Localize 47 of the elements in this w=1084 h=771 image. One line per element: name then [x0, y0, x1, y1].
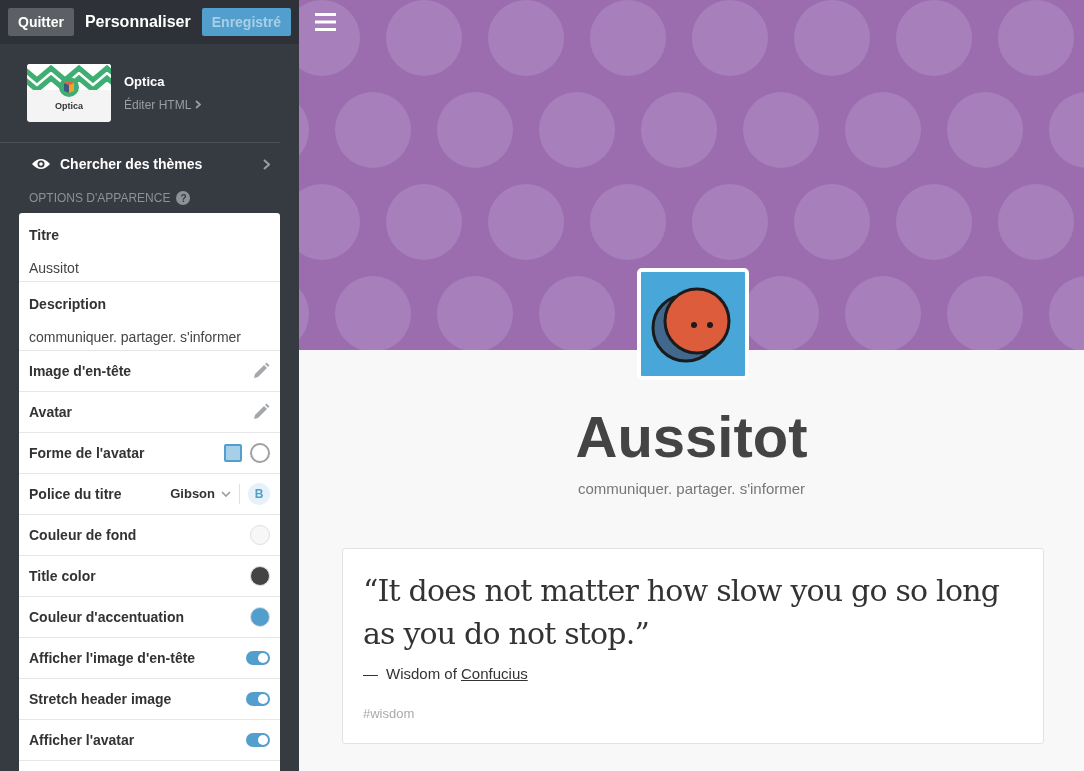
chevron-right-icon [195, 100, 202, 110]
color-swatch[interactable] [250, 566, 270, 586]
chevron-down-icon [221, 491, 231, 497]
option-label: Image d'en-tête [29, 361, 132, 381]
zigzag-pattern-icon [27, 64, 111, 90]
section-heading: OPTIONS D'APPARENCE [29, 190, 171, 207]
option-label: Afficher l'avatar [29, 730, 135, 750]
pencil-icon[interactable] [252, 403, 270, 421]
text-field[interactable]: Aussitot [29, 258, 270, 279]
browse-themes-row[interactable]: Chercher des thèmes [19, 143, 280, 185]
blog-title: Aussitot [575, 403, 808, 471]
option-label: Police du titre [29, 484, 122, 504]
toggle-switch[interactable] [246, 733, 270, 747]
square-shape-option[interactable] [224, 444, 242, 462]
option-label: Afficher l'image d'en-tête [29, 648, 196, 668]
thumbnail-label: Optica [55, 100, 83, 113]
color-swatch[interactable] [250, 525, 270, 545]
cube-icon [59, 77, 79, 97]
eye-icon [32, 158, 50, 170]
option-label: Couleur d'accentuation [29, 607, 184, 627]
source-link[interactable]: Confucius [461, 665, 528, 682]
theme-name: Optica [124, 73, 166, 92]
toggle-switch[interactable] [246, 651, 270, 665]
menu-icon[interactable] [315, 13, 336, 31]
option-label: Title color [29, 566, 96, 586]
circle-shape-option[interactable] [250, 443, 270, 463]
font-dropdown[interactable]: Gibson [170, 484, 240, 504]
toggle-switch[interactable] [246, 692, 270, 706]
theme-thumbnail[interactable]: Optica [27, 64, 111, 122]
blog-description: communiquer. partager. s'informer [577, 478, 806, 499]
option-label: Avatar [29, 402, 73, 422]
option-label: Stretch header image [29, 689, 172, 709]
pencil-icon[interactable] [252, 362, 270, 380]
quit-button[interactable]: Quitter [8, 8, 74, 36]
option-label: Couleur de fond [29, 525, 137, 545]
color-swatch[interactable] [250, 607, 270, 627]
field-label: Description [29, 295, 107, 314]
help-icon[interactable]: ? [176, 191, 191, 205]
text-field[interactable]: communiquer. partager. s'informer [29, 327, 270, 348]
quote-text: “It does not matter how slow you go so long as you do not stop.” [363, 572, 1001, 653]
option-label: Forme de l'avatar [29, 443, 145, 463]
edit-html-link[interactable]: Éditer HTML [124, 95, 202, 114]
attribution: Wisdom of Confucius [386, 664, 528, 684]
panel-title: Personnaliser [84, 12, 191, 32]
chevron-right-icon [263, 158, 270, 170]
dash: — [363, 664, 378, 684]
field-label: Titre [29, 226, 61, 245]
